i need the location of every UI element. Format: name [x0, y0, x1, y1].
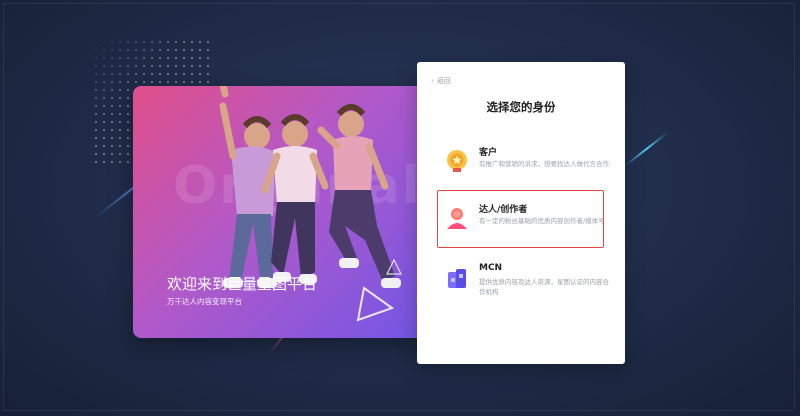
card-title: 选择您的身份 [486, 100, 556, 114]
person-icon [447, 208, 467, 229]
back-label: 返回 [436, 77, 451, 85]
option-description: 有一定的粉丝基础的优质内容创作者/媒体号 [479, 217, 605, 225]
background: Originality [0, 0, 800, 416]
option-description: 提供优质内容及达人资源，星图认证的内容合作机构 [479, 278, 609, 296]
medal-icon [447, 150, 467, 172]
option-name: 达人/创作者 [479, 205, 528, 215]
option-description: 有推广和营销的诉求，想要找达人做代言合作 [479, 160, 609, 168]
option-name: 客户 [479, 148, 498, 158]
person-middle [261, 114, 329, 284]
banner-title: 欢迎来到巨量星图平台 [167, 275, 318, 293]
option-mcn[interactable]: MCN 提供优质内容及达人资源，星图认证的内容合作机构 [439, 260, 609, 316]
light-streak [625, 132, 668, 166]
banner-subtitle: 万千达人内容变现平台 [167, 297, 242, 306]
chevron-left-icon: ‹ [431, 77, 434, 85]
triangle-small-icon [386, 258, 402, 275]
building-icon [448, 269, 466, 288]
option-name: MCN [479, 263, 503, 273]
option-creator[interactable]: 达人/创作者 有一定的粉丝基础的优质内容创作者/媒体号 [439, 199, 609, 255]
option-client[interactable]: 客户 有推广和营销的诉求，想要找达人做代言合作 [439, 142, 609, 198]
identity-card: ‹ 返回 选择您的身份 客户 有推广和营销的诉求，想要找达人做代言合作 达人/创… [417, 62, 625, 364]
back-button[interactable]: ‹ 返回 [431, 76, 451, 86]
triangle-outline-icon [356, 286, 395, 322]
